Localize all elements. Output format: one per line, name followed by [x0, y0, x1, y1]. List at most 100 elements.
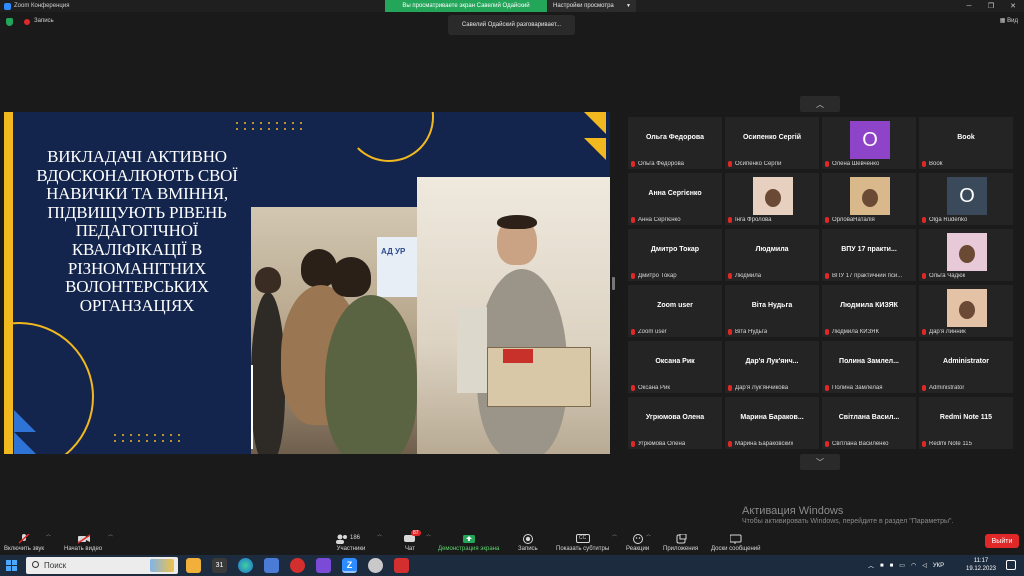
- participant-tile[interactable]: Полина Замлел... Полина Замлелая: [822, 341, 916, 393]
- slide-photo-teacher: [417, 177, 610, 454]
- teams-app-icon[interactable]: [316, 558, 331, 573]
- participant-tile[interactable]: Redmi Note 115 Redmi Note 115: [919, 397, 1013, 449]
- show-captions-button[interactable]: CC Показать субтитры: [556, 526, 609, 554]
- participant-label: Анна Сергієнко: [631, 217, 681, 223]
- participants-chevron-icon[interactable]: ︿: [377, 531, 382, 538]
- participant-name: Redmi Note 115: [939, 413, 993, 421]
- gallery-up-button[interactable]: ︿: [800, 96, 840, 112]
- participant-name: Людмила КИЗЯК: [840, 301, 898, 309]
- file-explorer-icon[interactable]: [186, 558, 201, 573]
- participant-avatar: О: [850, 121, 890, 159]
- participant-tile[interactable]: Дар'я Линник: [919, 285, 1013, 337]
- participant-tile[interactable]: Дмитро Токар Дмитро Токар: [628, 229, 722, 281]
- participant-tile[interactable]: Марина Бараков... Марина Бараковских: [725, 397, 819, 449]
- system-tray[interactable]: ︿ ■ ■ ▭ ◠ ◁ УКР: [868, 555, 944, 576]
- participant-tile[interactable]: Дар'я Лук'янч... Дар'я Лук'янчикова: [725, 341, 819, 393]
- slide-dots-decoration: [236, 122, 304, 130]
- edge-browser-icon[interactable]: [238, 558, 253, 573]
- leave-meeting-button[interactable]: Выйти: [985, 534, 1019, 548]
- participant-tile[interactable]: Людмила Людмила: [725, 229, 819, 281]
- reactions-chevron-icon[interactable]: ︿: [646, 531, 651, 538]
- photo-person: [255, 267, 281, 293]
- participant-tile[interactable]: Віта Нудьга Віта Нудьга: [725, 285, 819, 337]
- gallery-down-button[interactable]: ﹀: [800, 454, 840, 470]
- app-icon[interactable]: [368, 558, 383, 573]
- mic-options-chevron-icon[interactable]: ︿: [46, 531, 51, 538]
- participant-tile[interactable]: Administrator Administrator: [919, 341, 1013, 393]
- participants-button[interactable]: 186 Участники: [336, 526, 366, 554]
- maximize-icon[interactable]: ❐: [980, 0, 1002, 12]
- participant-tile[interactable]: Анна Сергієнко Анна Сергієнко: [628, 173, 722, 225]
- view-options-button[interactable]: Настройки просмотра ▼: [548, 0, 636, 12]
- participant-tile[interactable]: Оксана Рик Оксана Рик: [628, 341, 722, 393]
- participant-tile[interactable]: Угрюмова Олена Угрюмова Олена: [628, 397, 722, 449]
- participant-label: Redmi Note 115: [922, 441, 972, 447]
- participant-tile[interactable]: О Олена Шевченко: [822, 117, 916, 169]
- record-button[interactable]: Запись: [518, 526, 538, 554]
- unmute-button[interactable]: Включить звук: [4, 526, 44, 554]
- participant-tile[interactable]: Ольга Федорова Ольга Федорова: [628, 117, 722, 169]
- participant-label: Олена Шевченко: [825, 161, 879, 167]
- muted-mic-icon: [922, 161, 926, 167]
- taskbar-clock[interactable]: 11:17 19.12.2023: [962, 557, 1000, 573]
- notifications-icon[interactable]: [1006, 560, 1016, 570]
- language-indicator[interactable]: УКР: [933, 563, 944, 569]
- whiteboards-button[interactable]: Доски сообщений: [711, 526, 761, 554]
- record-label: Запись: [34, 18, 54, 24]
- app-tray-icon[interactable]: ■: [880, 563, 884, 569]
- video-options-chevron-icon[interactable]: ︿: [108, 531, 113, 538]
- encryption-shield-icon[interactable]: [6, 18, 13, 26]
- tray-overflow-icon[interactable]: ︿: [868, 561, 874, 570]
- muted-mic-icon: [825, 329, 829, 335]
- participant-name: Zoom user: [657, 301, 693, 309]
- apps-button[interactable]: Приложения: [663, 526, 698, 554]
- participant-label: Світлана Василенко: [825, 441, 889, 447]
- share-screen-button[interactable]: Демонстрация экрана: [438, 526, 499, 554]
- participant-name: ВПУ 17 практи...: [841, 245, 897, 253]
- participant-name: Полина Замлел...: [839, 357, 899, 365]
- windows-taskbar: Поиск 31 Z ︿ ■ ■ ▭ ◠ ◁ УКР 11:17 19.12.2…: [0, 555, 1024, 576]
- participant-tile[interactable]: ВПУ 17 практи... ВПУ 17 практичний пси...: [822, 229, 916, 281]
- app-tray-icon[interactable]: ■: [890, 563, 894, 569]
- video-off-icon: [77, 534, 91, 544]
- participant-tile[interactable]: Інга Фролова: [725, 173, 819, 225]
- split-resize-handle[interactable]: [612, 277, 615, 290]
- chevron-down-icon: ﹀: [816, 457, 824, 467]
- participant-tile[interactable]: Ольга Чадюк: [919, 229, 1013, 281]
- muted-mic-icon: [728, 385, 732, 391]
- photo-person: [325, 295, 417, 454]
- calendar-app-icon[interactable]: 31: [212, 558, 227, 573]
- chat-chevron-icon[interactable]: ︿: [426, 531, 431, 538]
- participant-label: Olga Rudenko: [922, 217, 967, 223]
- share-banner: Вы просматриваете экран Савелий Одайский: [385, 0, 547, 12]
- chevron-down-icon: ▼: [626, 3, 631, 9]
- participant-tile[interactable]: Zoom user Zoom user: [628, 285, 722, 337]
- battery-icon[interactable]: ▭: [899, 562, 905, 569]
- captions-chevron-icon[interactable]: ︿: [612, 531, 617, 538]
- muted-mic-icon: [631, 441, 635, 447]
- participant-tile[interactable]: Book Book: [919, 117, 1013, 169]
- start-video-button[interactable]: Начать видео: [64, 526, 102, 554]
- opera-browser-icon[interactable]: [290, 558, 305, 573]
- speaker-icon[interactable]: ◁: [922, 562, 927, 569]
- windows-start-icon[interactable]: [6, 560, 17, 571]
- participant-tile[interactable]: Людмила КИЗЯК Людмила КИЗЯК: [822, 285, 916, 337]
- chat-button[interactable]: 87 Чат: [404, 526, 421, 554]
- pdf-app-icon[interactable]: [394, 558, 409, 573]
- view-button[interactable]: ▦ Вид: [1000, 17, 1018, 24]
- participant-tile[interactable]: O Olga Rudenko: [919, 173, 1013, 225]
- wifi-icon[interactable]: ◠: [911, 562, 916, 569]
- taskbar-search-box[interactable]: Поиск: [26, 557, 178, 574]
- search-icon: [32, 561, 39, 568]
- slide-triangle-decoration: [14, 410, 36, 432]
- participant-tile[interactable]: Осипенко Сергій Осипенко Сергій: [725, 117, 819, 169]
- participant-tile[interactable]: Світлана Васил... Світлана Василенко: [822, 397, 916, 449]
- close-icon[interactable]: ✕: [1002, 0, 1024, 12]
- mail-app-icon[interactable]: [264, 558, 279, 573]
- participant-label: Дар'я Лук'янчикова: [728, 385, 788, 391]
- participant-label: Полина Замлелая: [825, 385, 883, 391]
- participant-label: Book: [922, 161, 943, 167]
- zoom-app-icon[interactable]: Z: [342, 558, 357, 573]
- minimize-icon[interactable]: ─: [958, 0, 980, 12]
- participant-tile[interactable]: ОрловаНаталія: [822, 173, 916, 225]
